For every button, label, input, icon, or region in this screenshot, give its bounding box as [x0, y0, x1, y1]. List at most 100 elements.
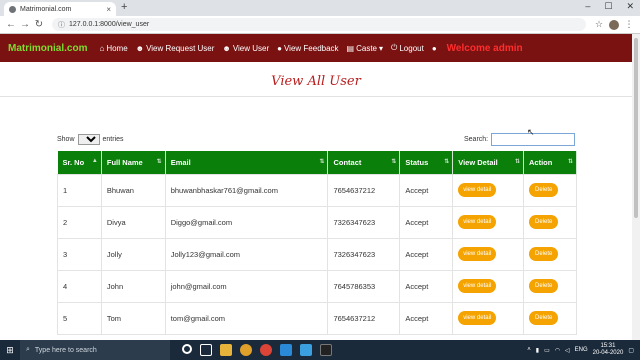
cell-action: Delete: [523, 205, 577, 239]
tab-title: Matrimonial.com: [20, 5, 72, 13]
chrome-canary-icon[interactable]: [240, 344, 252, 356]
brand-logo[interactable]: Matrimonial.com: [8, 43, 87, 54]
entries-select[interactable]: 10: [77, 134, 100, 145]
table-header-row: Sr. No ▲ Full Name ⇅ Email ⇅ Contact ⇅ Statu…: [57, 151, 577, 174]
cell-email: tom@gmail.com: [164, 301, 329, 335]
nav-view-request-user-label: View Request User: [146, 43, 215, 53]
clock[interactable]: 15:31 20-04-2020: [593, 343, 624, 357]
cell-full-name: Bhuwan: [100, 173, 166, 207]
app-icon[interactable]: [300, 344, 312, 356]
globe-icon: [9, 5, 16, 13]
new-tab-button[interactable]: +: [121, 1, 127, 13]
view-detail-button[interactable]: view detail: [458, 247, 497, 261]
col-sr-no[interactable]: Sr. No ▲: [57, 151, 102, 174]
view-detail-button[interactable]: view detail: [458, 215, 497, 229]
cell-full-name: Divya: [100, 205, 166, 239]
back-icon[interactable]: ←: [4, 19, 18, 30]
browser-tab[interactable]: Matrimonial.com ×: [4, 2, 116, 16]
cell-status: Accept: [399, 173, 454, 207]
browser-tab-bar: Matrimonial.com × + – ☐ ✕: [0, 0, 640, 16]
delete-button[interactable]: Delete: [529, 279, 559, 293]
terminal-icon[interactable]: [320, 344, 332, 356]
comment-icon: ●: [277, 43, 282, 53]
cell-email: Jolly123@gmail.com: [164, 237, 329, 271]
star-icon[interactable]: ☆: [592, 19, 606, 30]
close-tab-icon[interactable]: ×: [106, 5, 111, 14]
forward-icon[interactable]: →: [18, 19, 32, 30]
col-email[interactable]: Email ⇅: [165, 151, 329, 174]
cell-sr-no: 2: [57, 205, 102, 239]
mouse-cursor-icon: ↖: [527, 127, 535, 137]
entries-control: Show 10 entries: [57, 134, 124, 145]
col-view-detail[interactable]: View Detail ⇅: [452, 151, 525, 174]
cortana-icon[interactable]: [182, 344, 192, 354]
cell-sr-no: 3: [57, 237, 102, 271]
delete-button[interactable]: Delete: [529, 247, 559, 261]
info-icon[interactable]: ⓘ: [58, 20, 65, 30]
clock-time: 15:31: [600, 343, 616, 349]
sort-icon: ⇅: [567, 159, 573, 165]
nav-logout[interactable]: ⏻ Logout: [391, 43, 424, 53]
task-view-icon[interactable]: [200, 344, 212, 356]
reload-icon[interactable]: ↻: [32, 19, 46, 30]
table-row: 2 Divya Diggo@gmail.com 7326347623 Accep…: [57, 205, 577, 239]
delete-button[interactable]: Delete: [529, 311, 559, 325]
table-row: 5 Tom tom@gmail.com 7654637212 Accept vi…: [57, 301, 577, 335]
page-title: View All User: [271, 74, 361, 89]
cell-view-detail: view detail: [452, 205, 525, 239]
scrollbar-thumb[interactable]: [634, 38, 638, 218]
sort-icon: ⇅: [156, 159, 162, 165]
nav-view-user-label: View User: [232, 43, 270, 53]
cell-action: Delete: [523, 269, 577, 303]
col-action[interactable]: Action ⇅: [523, 151, 577, 174]
profile-avatar[interactable]: [609, 19, 619, 30]
volume-icon[interactable]: ◁: [565, 347, 570, 354]
wifi-icon[interactable]: ◠: [555, 347, 560, 354]
nav-home[interactable]: ⌂ Home: [99, 44, 127, 53]
file-explorer-icon[interactable]: [220, 344, 232, 356]
cell-sr-no: 4: [57, 269, 102, 303]
url-field[interactable]: ⓘ 127.0.0.1:8000/view_user: [52, 18, 586, 31]
battery-icon[interactable]: ▭: [544, 347, 550, 354]
sort-icon: ⇅: [391, 159, 397, 165]
cell-action: Delete: [523, 301, 577, 335]
power-icon: ⏻: [391, 43, 398, 52]
caret-down-icon: ▾: [379, 43, 384, 53]
col-full-name[interactable]: Full Name ⇅: [101, 151, 166, 174]
view-detail-button[interactable]: view detail: [458, 279, 497, 293]
maximize-icon[interactable]: ☐: [604, 1, 612, 12]
col-status[interactable]: Status ⇅: [399, 151, 454, 174]
delete-button[interactable]: Delete: [529, 183, 559, 197]
vscode-icon[interactable]: [280, 344, 292, 356]
delete-button[interactable]: Delete: [529, 215, 559, 229]
windows-start-icon[interactable]: ⊞: [0, 345, 20, 356]
close-window-icon[interactable]: ✕: [626, 1, 634, 12]
home-icon: ⌂: [99, 43, 105, 53]
col-contact[interactable]: Contact ⇅: [327, 151, 401, 174]
notification-icon[interactable]: ▢: [628, 347, 634, 354]
page-scrollbar[interactable]: [632, 34, 640, 340]
cell-status: Accept: [399, 269, 454, 303]
nav-view-user[interactable]: ☻ View User: [222, 44, 269, 53]
chrome-icon[interactable]: [260, 344, 272, 356]
cell-view-detail: view detail: [452, 237, 525, 271]
welcome-text: Welcome admin: [446, 42, 523, 54]
cell-action: Delete: [523, 173, 577, 207]
menu-icon[interactable]: ⋮: [622, 19, 636, 30]
table-row: 1 Bhuwan bhuwanbhaskar761@gmail.com 7654…: [57, 173, 577, 207]
nav-view-request-user[interactable]: ☻ View Request User: [136, 44, 215, 53]
cell-contact: 7654637212: [327, 173, 401, 207]
mic-icon[interactable]: ▮: [536, 347, 539, 354]
user-icon: ●: [431, 43, 437, 53]
nav-caste-dropdown[interactable]: ▤ Caste ▾: [347, 44, 383, 53]
view-detail-button[interactable]: view detail: [458, 311, 497, 325]
nav-view-feedback[interactable]: ● View Feedback: [277, 44, 338, 53]
cell-view-detail: view detail: [452, 173, 525, 207]
minimize-icon[interactable]: –: [585, 1, 590, 12]
taskbar-search[interactable]: ⌕ Type here to search: [20, 340, 170, 360]
language-indicator[interactable]: ENG: [575, 347, 588, 353]
search-control: Search:: [464, 133, 576, 146]
cell-status: Accept: [399, 237, 454, 271]
up-arrow-icon[interactable]: ˄: [527, 347, 531, 353]
view-detail-button[interactable]: view detail: [458, 183, 497, 197]
